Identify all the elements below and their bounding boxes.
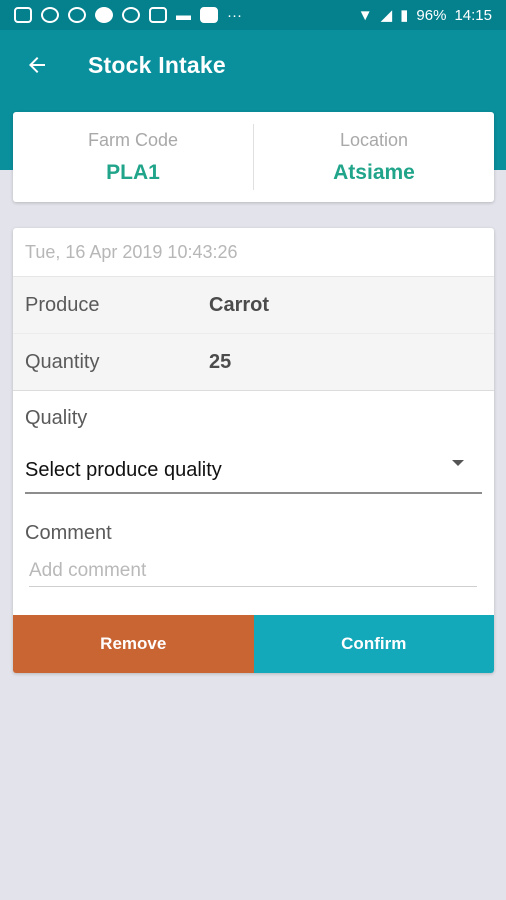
battery-percent: 96% [416,6,447,24]
quality-label: Quality [25,407,88,429]
quantity-value: 25 [209,350,232,373]
produce-row: Produce Carrot [13,277,494,334]
clock: 14:15 [454,6,492,24]
app-bar: Stock Intake [0,30,506,100]
confirm-button[interactable]: Confirm [253,615,494,673]
timestamp: Tue, 16 Apr 2019 10:43:26 [13,228,494,277]
notification-icons: ▬ ··· [14,7,242,24]
quantity-row: Quantity 25 [13,334,494,391]
image-icon [200,7,218,23]
dash-icon: ▬ [176,6,191,24]
battery-icon: ▮ [400,7,409,24]
message-icon [41,7,59,23]
message-icon [122,7,140,23]
location-value: Atsiame [333,160,415,184]
app-notification-icon [14,7,32,23]
status-bar: ▬ ··· ▼ ◢ ▮ 96% 14:15 [0,0,506,30]
quantity-label: Quantity [25,350,100,373]
farm-code-label: Farm Code [87,129,179,150]
comment-label: Comment [25,522,112,544]
system-indicators: ▼ ◢ ▮ 96% 14:15 [357,6,492,25]
chevron-down-icon [452,460,464,466]
farm-info-card: Farm Code PLA1 Location Atsiame [13,112,494,202]
more-dots-icon: ··· [227,6,242,24]
team-icon [95,7,113,23]
stock-intake-card: Tue, 16 Apr 2019 10:43:26 Produce Carrot… [13,228,494,673]
farm-code-value: PLA1 [106,160,160,184]
mail-icon [149,7,167,23]
produce-label: Produce [25,293,100,316]
signal-icon: ◢ [380,7,393,24]
action-buttons: Remove Confirm [13,615,494,673]
page-title: Stock Intake [88,51,226,78]
message-icon [68,7,86,23]
remove-button[interactable]: Remove [13,615,254,673]
arrow-left-icon[interactable] [22,50,52,80]
comment-input[interactable] [29,555,477,587]
quality-select[interactable]: Select produce quality [25,448,482,494]
quality-select-text: Select produce quality [25,458,222,481]
produce-value: Carrot [209,293,270,316]
location-section: Location Atsiame [254,112,494,202]
wifi-icon: ▼ [357,6,373,24]
location-label: Location [339,129,409,150]
farm-code-section: Farm Code PLA1 [13,112,253,202]
